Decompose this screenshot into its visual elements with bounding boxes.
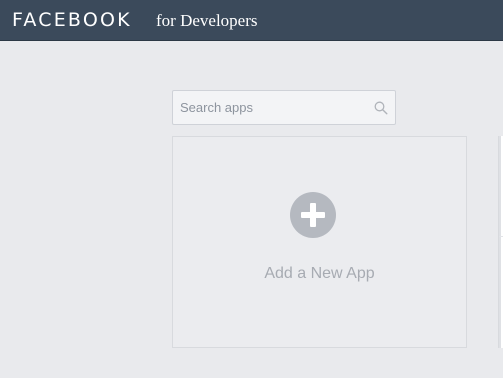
app-card-partial[interactable] [498,136,503,348]
search-apps-box [172,90,396,125]
top-navigation-bar: FACEBOOK for Developers [0,0,503,41]
plus-circle-icon[interactable] [290,192,336,238]
search-apps-input[interactable] [173,91,363,124]
add-new-app-label[interactable]: Add a New App [173,265,466,283]
add-new-app-card[interactable]: Add a New App [172,136,467,348]
search-icon[interactable] [374,101,388,115]
developers-logo-text[interactable]: for Developers [156,10,258,32]
facebook-logo[interactable]: FACEBOOK [12,8,132,32]
